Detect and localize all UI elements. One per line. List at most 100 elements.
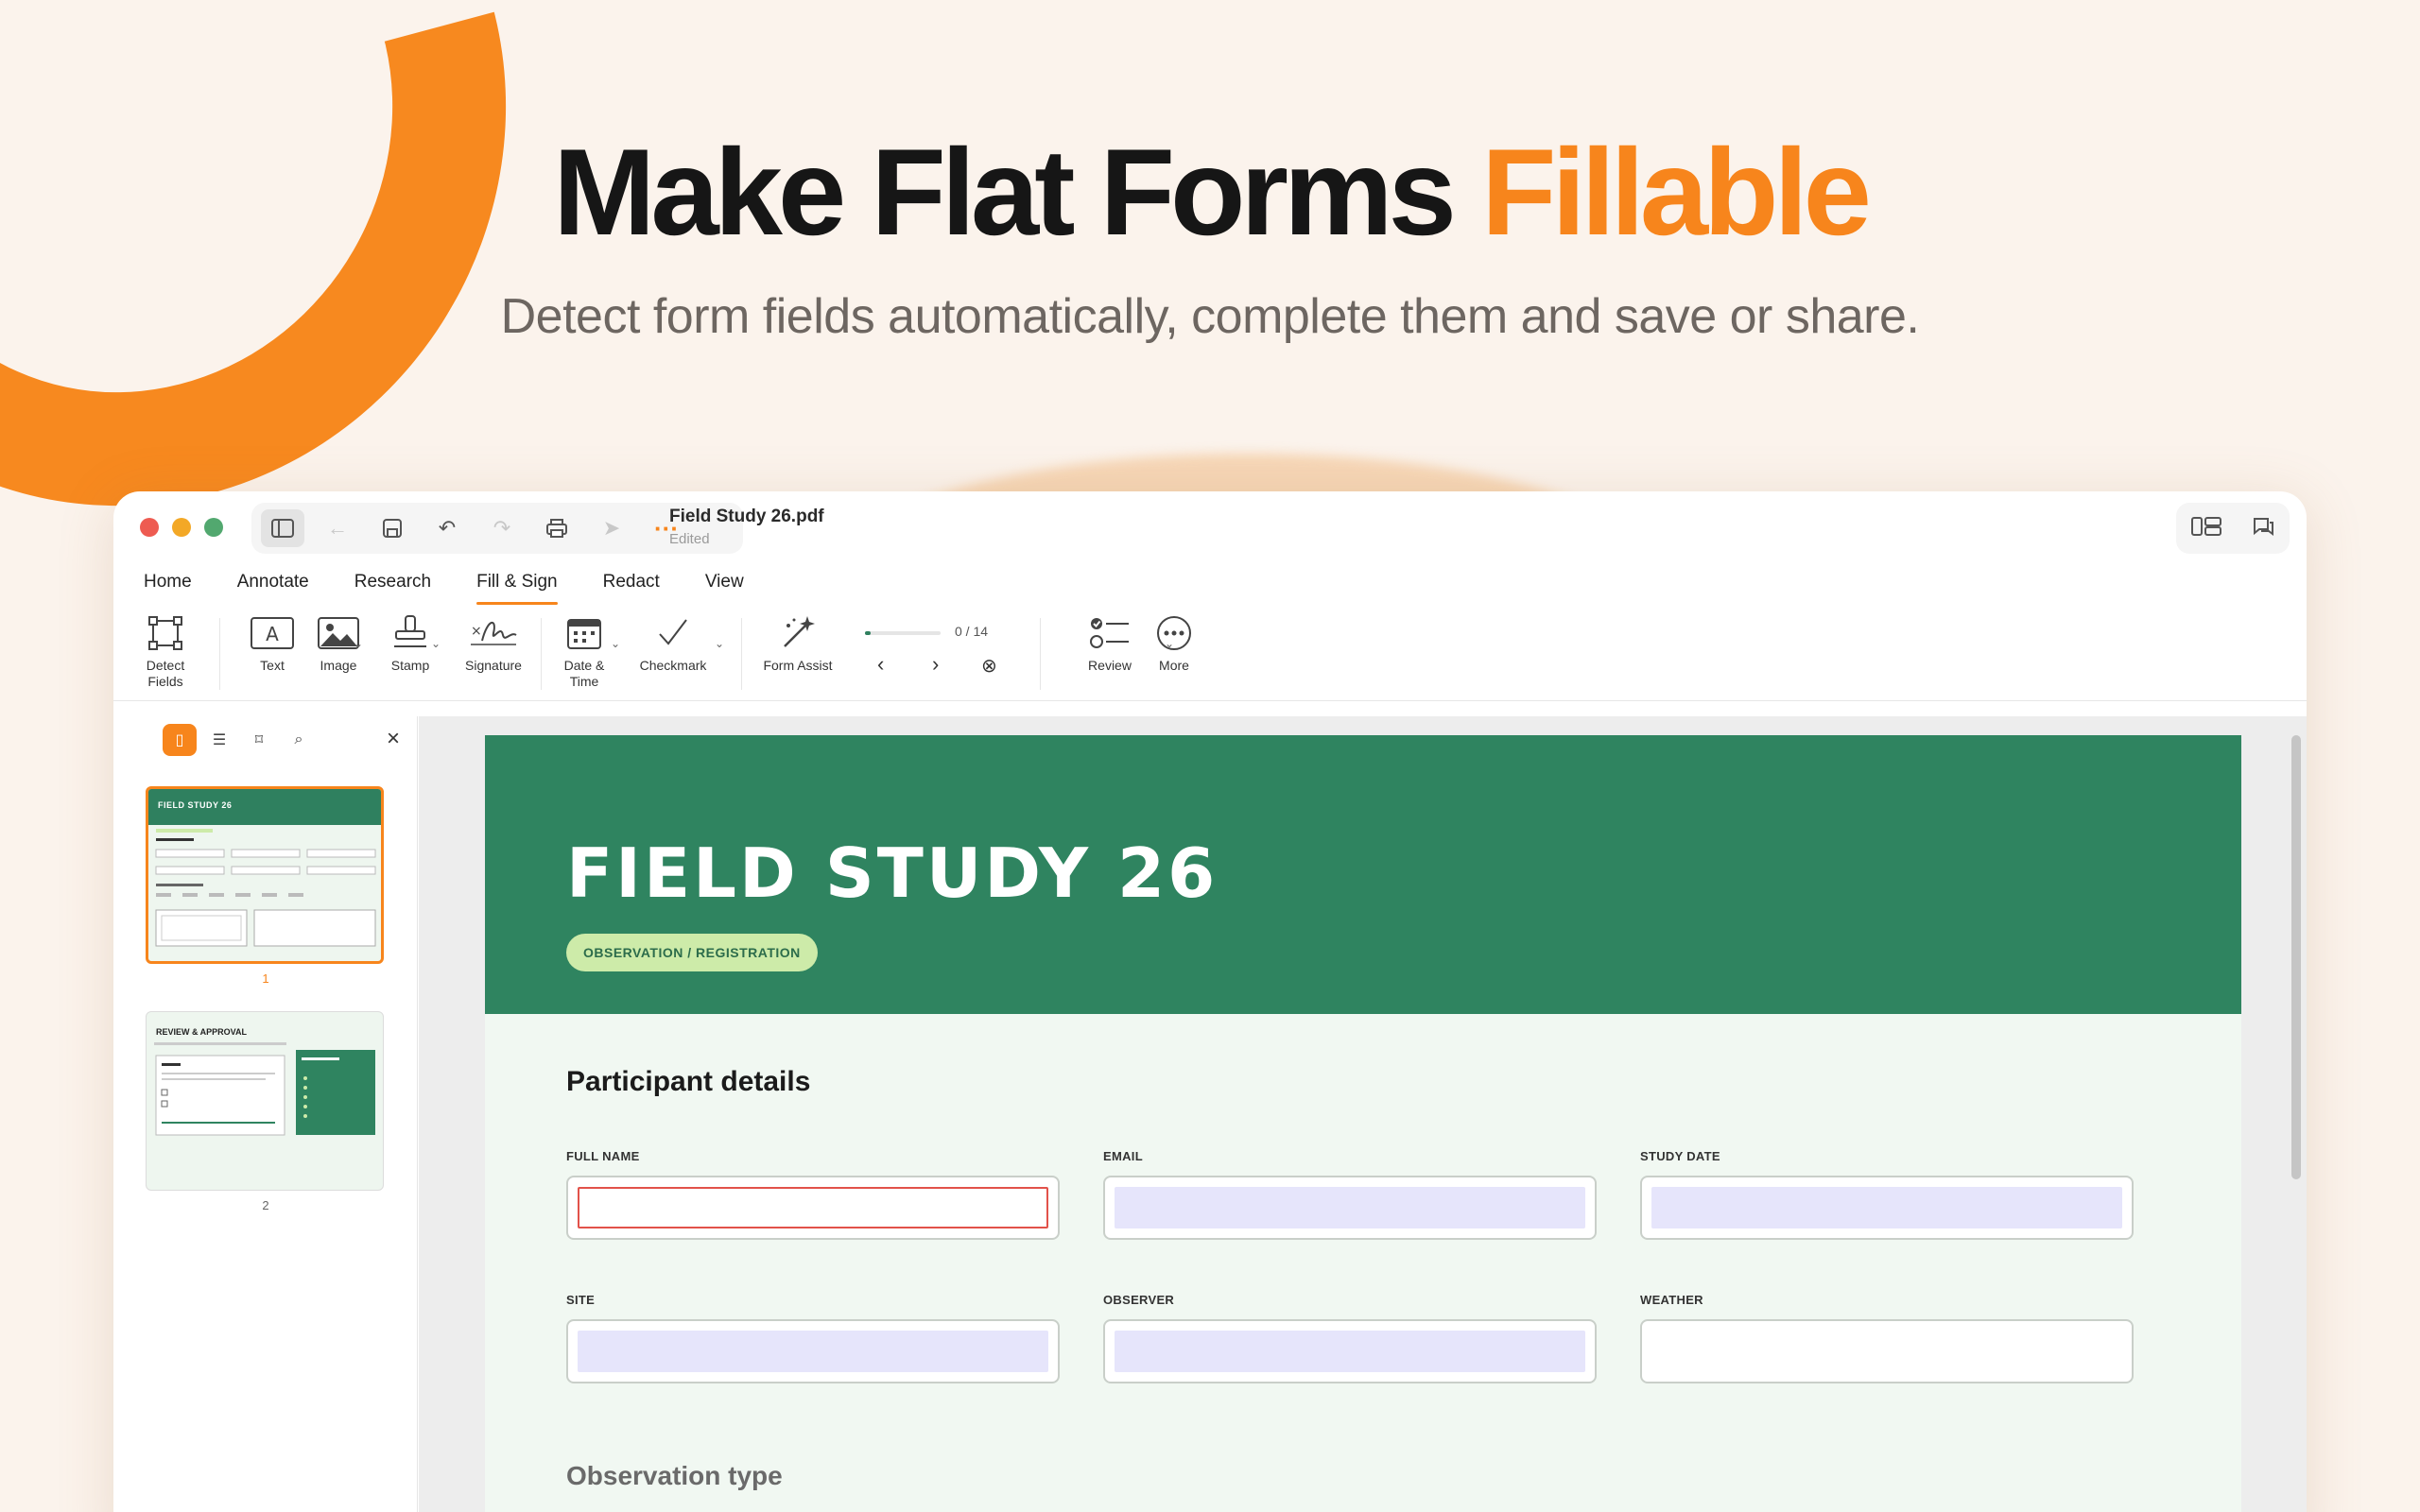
zoom-window-button[interactable] <box>204 518 223 537</box>
text-box-icon: A <box>251 609 294 658</box>
tab-annotate[interactable]: Annotate <box>215 563 332 601</box>
menu-bar: Home Annotate Research Fill & Sign Redac… <box>113 563 767 605</box>
email-label: EMAIL <box>1103 1149 1143 1163</box>
date-time-label: Date & Time <box>563 658 605 689</box>
save-icon[interactable] <box>371 509 414 547</box>
app-window: ← ↶ ↷ ➤ ··· Field Study 26.pdf Edited Ho… <box>113 491 2307 1512</box>
tab-research[interactable]: Research <box>332 563 454 601</box>
pointer-icon[interactable]: ➤ <box>590 509 633 547</box>
checkmark-label: Checkmark <box>639 658 707 673</box>
date-chevron-down-icon[interactable]: ⌄ <box>611 637 620 650</box>
site-field[interactable] <box>566 1319 1060 1383</box>
next-field-chevron-right-icon[interactable]: › <box>932 652 939 677</box>
field-progress-count: 0 / 14 <box>955 624 989 639</box>
page-thumbnail-2[interactable]: REVIEW & APPROVAL <box>146 1011 384 1191</box>
checkmark-button[interactable]: Checkmark <box>633 609 713 674</box>
review-list-icon <box>1089 609 1131 658</box>
svg-text:×: × <box>471 624 482 639</box>
thumbnail-1-preview <box>155 829 376 947</box>
document-title: Field Study 26.pdf <box>669 507 824 526</box>
comments-icon[interactable] <box>2252 516 2274 541</box>
layout-icon[interactable] <box>2191 516 2221 541</box>
magic-wand-icon <box>779 609 817 658</box>
email-input[interactable] <box>1115 1187 1585 1228</box>
vertical-scrollbar[interactable] <box>2291 735 2301 1179</box>
field-progress-fill <box>865 631 872 635</box>
document-canvas: FIELD STUDY 26 OBSERVATION / REGISTRATIO… <box>419 716 2307 1512</box>
print-icon[interactable] <box>535 509 579 547</box>
close-sidebar-icon[interactable]: × <box>387 726 400 752</box>
signature-label: Signature <box>465 658 522 673</box>
checkmark-chevron-down-icon[interactable]: ⌄ <box>715 637 724 650</box>
form-assist-button[interactable]: Form Assist <box>758 609 838 674</box>
hero-title-accent: Fillable <box>1481 123 1872 261</box>
hero-title: Make Flat Forms Fillable <box>0 121 2420 263</box>
tab-redact[interactable]: Redact <box>580 563 683 601</box>
form-assist-label: Form Assist <box>763 658 833 673</box>
image-chevron-down-icon[interactable]: ⌄ <box>354 637 363 650</box>
thumbnail-2-title: REVIEW & APPROVAL <box>156 1027 248 1037</box>
observer-input[interactable] <box>1115 1331 1585 1372</box>
site-label: SITE <box>566 1293 596 1307</box>
review-label: Review <box>1088 658 1132 673</box>
tab-fill-sign[interactable]: Fill & Sign <box>454 563 580 605</box>
document-status: Edited <box>669 531 710 547</box>
bookmark-icon[interactable]: ⌑ <box>242 724 276 756</box>
more-ellipsis-icon <box>1156 609 1192 658</box>
banner-title: FIELD STUDY 26 <box>566 833 1219 913</box>
text-label: Text <box>260 658 285 673</box>
banner-tag: OBSERVATION / REGISTRATION <box>566 934 818 971</box>
full-name-label: FULL NAME <box>566 1149 640 1163</box>
weather-label: WEATHER <box>1640 1293 1703 1307</box>
svg-text:A: A <box>266 623 279 645</box>
tab-view[interactable]: View <box>683 563 767 601</box>
full-name-input[interactable] <box>578 1187 1048 1228</box>
signature-icon: × <box>469 609 518 658</box>
clear-fields-close-icon[interactable]: ⊗ <box>981 654 997 678</box>
back-arrow-icon[interactable]: ← <box>316 509 359 547</box>
previous-field-chevron-left-icon[interactable]: ‹ <box>877 652 884 677</box>
study-date-input[interactable] <box>1651 1187 2122 1228</box>
close-window-button[interactable] <box>140 518 159 537</box>
minimize-window-button[interactable] <box>172 518 191 537</box>
stamp-icon <box>391 609 429 658</box>
window-controls <box>140 518 223 537</box>
email-field[interactable] <box>1103 1176 1597 1240</box>
search-icon[interactable]: ⌕ <box>282 724 316 756</box>
page-banner: FIELD STUDY 26 OBSERVATION / REGISTRATIO… <box>485 735 2241 1014</box>
thumbnail-sidebar: ▯ ☰ ⌑ ⌕ × FIELD STUDY 26 1 REVIEW & APPR… <box>113 716 418 1512</box>
redo-icon[interactable]: ↷ <box>480 509 524 547</box>
pdf-page: FIELD STUDY 26 OBSERVATION / REGISTRATIO… <box>485 735 2241 1512</box>
pages-icon[interactable]: ▯ <box>163 724 197 756</box>
full-name-field[interactable] <box>566 1176 1060 1240</box>
calendar-icon <box>566 609 602 658</box>
page-thumbnail-1[interactable]: FIELD STUDY 26 <box>146 786 384 964</box>
observer-label: OBSERVER <box>1103 1293 1175 1307</box>
ribbon-separator <box>1040 618 1041 690</box>
detect-fields-button[interactable]: Detect Fields <box>126 609 205 690</box>
image-button[interactable]: Image <box>299 609 378 674</box>
more-chevron-down-icon[interactable]: ⌄ <box>1165 637 1174 650</box>
ribbon-separator <box>219 618 220 690</box>
study-date-label: STUDY DATE <box>1640 1149 1720 1163</box>
section-participant-details: Participant details <box>566 1066 811 1097</box>
signature-button[interactable]: × Signature <box>454 609 533 674</box>
detect-fields-label: Detect Fields <box>146 658 185 689</box>
ribbon-toolbar: Detect Fields A Text Image ⌄ Stamp ⌄ × S… <box>113 609 2307 701</box>
study-date-field[interactable] <box>1640 1176 2134 1240</box>
weather-field[interactable] <box>1640 1319 2134 1383</box>
site-input[interactable] <box>578 1331 1048 1372</box>
title-bar: ← ↶ ↷ ➤ ··· Field Study 26.pdf Edited <box>113 491 2307 558</box>
image-label: Image <box>320 658 357 673</box>
ribbon-separator <box>541 618 542 690</box>
tab-home[interactable]: Home <box>113 563 215 601</box>
observer-field[interactable] <box>1103 1319 1597 1383</box>
sidebar-toggle-icon[interactable] <box>261 509 304 547</box>
stamp-label: Stamp <box>390 658 430 673</box>
undo-icon[interactable]: ↶ <box>425 509 469 547</box>
image-icon <box>318 609 359 658</box>
hero-title-main: Make Flat Forms <box>553 123 1457 261</box>
field-progress-bar <box>865 631 941 635</box>
stamp-chevron-down-icon[interactable]: ⌄ <box>431 637 441 650</box>
outline-list-icon[interactable]: ☰ <box>202 724 236 756</box>
